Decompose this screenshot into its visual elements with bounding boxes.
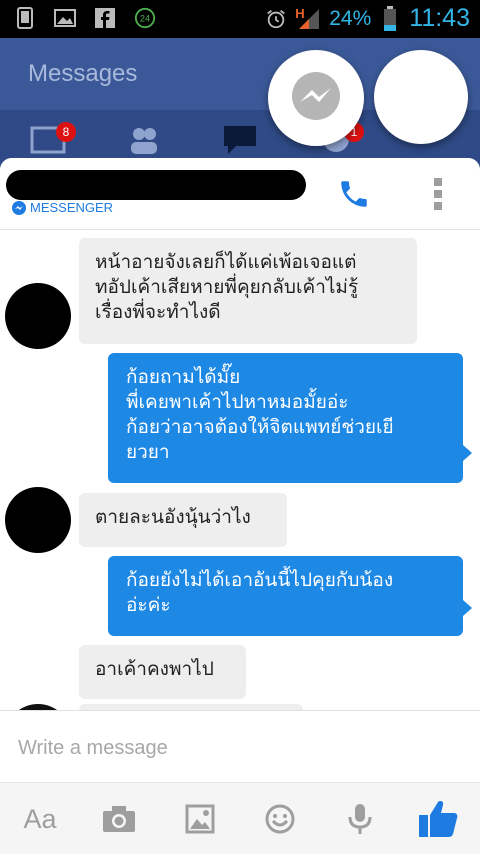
messenger-chathead[interactable]: [268, 50, 364, 146]
more-dot-icon: [434, 190, 442, 198]
call-button[interactable]: [334, 174, 374, 214]
messenger-source-text: MESSENGER: [30, 200, 114, 215]
message-text: ตายละนอังนุ้นว่าไง: [95, 506, 251, 528]
contact-chathead[interactable]: [374, 50, 468, 144]
alarm-icon: [265, 8, 287, 30]
message-incoming[interactable]: อาเค้าคงพาไป: [79, 645, 246, 699]
avatar[interactable]: [5, 487, 71, 553]
camera-button[interactable]: [97, 799, 141, 839]
message-text: เรื่องพี่จะทำไงดี: [95, 301, 221, 323]
message-text: ก้อยยังไม่ได้เอาอันนี้ไปคุยกับน้อง: [126, 569, 394, 591]
message-text: อาเค้าคงพาไป: [95, 658, 214, 680]
more-options-button[interactable]: [426, 172, 450, 216]
status-bar: 24 H 24% 11:43: [0, 0, 480, 38]
messenger-small-icon: [12, 200, 26, 215]
clock: 11:43: [409, 4, 470, 32]
more-dot-icon: [434, 178, 442, 186]
app-title: Messages: [28, 60, 138, 87]
composer: [0, 710, 480, 782]
more-dot-icon: [434, 202, 442, 210]
messenger-label: MESSENGER: [12, 200, 113, 215]
message-text: ยวยา: [126, 441, 170, 463]
message-input[interactable]: [18, 733, 458, 763]
chat-panel: MESSENGER หน้าอายจังเลยก็ได้แค่เพ้อเจอแต…: [0, 158, 480, 854]
message-text: ทอัปเค้าเสียหายพี่คุยกลับเค้าไม่รู้: [95, 276, 359, 298]
gallery-icon: [185, 804, 215, 834]
text-format-button[interactable]: Aa: [18, 799, 62, 839]
phone-call-icon: [341, 181, 367, 207]
network-type-label: H: [295, 5, 305, 21]
message-list[interactable]: หน้าอายจังเลยก็ได้แค่เพ้อเจอแต่ ทอัปเค้า…: [0, 230, 480, 710]
message-text: พี่เคยพาเค้าไปหาหมอมั้ยอ่ะ: [126, 391, 349, 413]
message-outgoing[interactable]: ก้อยยังไม่ได้เอาอันนี้ไปคุยกับน้อง อ่ะค่…: [108, 556, 472, 636]
like-button[interactable]: [416, 799, 460, 839]
avatar[interactable]: [5, 283, 71, 349]
thumbs-up-icon: [419, 801, 458, 837]
battery-percent: 24%: [329, 6, 372, 30]
camera-icon: [103, 806, 135, 832]
battery-icon: [379, 5, 401, 31]
emoji-icon: [265, 804, 295, 834]
message-outgoing[interactable]: ก้อยถามได้มั๊ย พี่เคยพาเค้าไปหาหมอมั้ยอ่…: [108, 353, 472, 483]
microphone-icon: [348, 804, 372, 834]
facebook-icon: [94, 7, 116, 29]
contact-name-redacted: [6, 170, 306, 200]
emoji-button[interactable]: [258, 799, 302, 839]
phone-icon: [14, 7, 36, 29]
image-icon: [54, 7, 76, 29]
chat-icon[interactable]: [222, 124, 258, 158]
messenger-icon: [292, 72, 340, 120]
message-incoming[interactable]: หน้าอายจังเลยก็ได้แค่เพ้อเจอแต่ ทอัปเค้า…: [79, 238, 417, 344]
signal-icon: H: [295, 5, 321, 30]
message-text: อ่ะค่ะ: [126, 594, 171, 616]
svg-text:24: 24: [140, 14, 150, 24]
gallery-button[interactable]: [178, 799, 222, 839]
text-format-label: Aa: [23, 803, 57, 834]
chat-header: MESSENGER: [0, 158, 480, 230]
message-text: ก้อยว่าอาจต้องให้จิตแพทย์ช่วยเยี: [126, 416, 394, 438]
composer-toolbar: Aa: [0, 782, 480, 854]
data-usage-icon: 24: [134, 7, 156, 29]
message-incoming[interactable]: ตายละนอังนุ้นว่าไง: [79, 493, 287, 547]
tab-badge: 8: [56, 122, 76, 142]
microphone-button[interactable]: [338, 799, 382, 839]
people-icon[interactable]: [126, 124, 162, 158]
message-text: ก้อยถามได้มั๊ย: [126, 366, 241, 388]
message-text: หน้าอายจังเลยก็ได้แค่เพ้อเจอแต่: [95, 251, 357, 273]
